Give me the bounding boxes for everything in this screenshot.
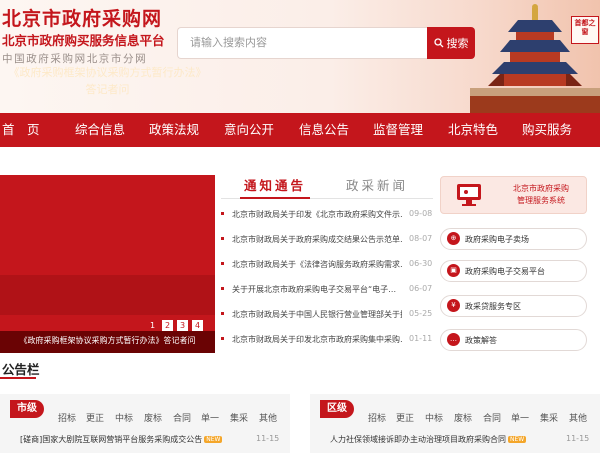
monitor-icon: ▣ [447,264,460,277]
news-title: 北京市财政局关于印发北京市政府采购集中采购… [232,335,402,344]
filter-contract[interactable]: 合同 [173,411,191,424]
list-item[interactable]: 北京市财政局关于印发北京市政府采购集中采购… 01-11 [221,331,433,347]
site-title[interactable]: 北京市政府采购网 [2,4,162,31]
quick-link-label: 政府采购电子卖场 [465,235,529,244]
tab-notices[interactable]: 通知通告 [244,175,306,194]
list-item[interactable]: 关于开展北京市政府采购电子交易平台“电子… 06-07 [221,281,433,297]
list-item[interactable]: 北京市财政局关于政府采购成交结果公告示范单… 08-07 [221,231,433,247]
quick-link-policy-qa[interactable] [440,329,587,351]
news-date: 06-30 [409,259,433,268]
list-item[interactable]: 北京市财政局关于《法律咨询服务政府采购需求… 06-30 [221,256,433,272]
news-title: 北京市财政局关于政府采购成交结果公告示范单… [232,235,402,244]
filter-central[interactable]: 集采 [230,411,248,424]
filter-central[interactable]: 集采 [540,411,558,424]
city-level-badge[interactable]: 市级 [10,400,44,418]
capital-window-logo[interactable]: 首都之窗 [571,16,599,44]
banner-band [0,275,215,315]
filter-award[interactable]: 中标 [425,411,443,424]
banner-subtitle: 答记者问 [85,83,130,96]
cart-icon: ⊕ [447,232,460,245]
new-badge: NEW [204,436,223,443]
nav-item-policy[interactable]: 政策法规 [149,113,199,147]
system-title-line1: 北京市政府采购 [513,184,569,193]
announcement-row[interactable]: 人力社保领域接诉即办主动治理项目政府采购合同 NEW 11-15 [330,434,600,448]
banner-caption[interactable]: 《政府采购框架协议采购方式暂行办法》答记者问 [0,335,215,346]
management-system-title[interactable]: 北京市政府采购 管理服务系统 [495,183,587,207]
coin-icon: ¥ [447,299,460,312]
tab-news[interactable]: 政采新闻 [346,175,408,194]
monitor-cart-icon [457,184,481,206]
nav-item-home[interactable]: 首 页 [2,113,40,147]
news-date: 08-07 [409,234,433,243]
nav-item-intent[interactable]: 意向公开 [224,113,274,147]
bullet-icon [221,237,224,240]
tab-active-indicator [240,197,310,199]
filter-other[interactable]: 其他 [259,411,277,424]
filter-bid[interactable]: 招标 [58,411,76,424]
filter-single[interactable]: 单一 [511,411,529,424]
news-title: 北京市财政局关于中国人民银行营业管理部关于推… [232,310,402,319]
bullet-icon [221,262,224,265]
news-title: 北京市财政局关于《法律咨询服务政府采购需求… [232,260,402,269]
announcement-date: 11-15 [256,434,280,443]
main-nav: 首 页 综合信息 政策法规 意向公开 信息公告 监督管理 北京特色 购买服务 [0,113,600,147]
filter-void[interactable]: 废标 [144,411,162,424]
announcement-date: 11-15 [566,434,590,443]
carousel-dot-1[interactable]: 1 [147,320,158,331]
news-date: 06-07 [409,284,433,293]
search-button[interactable]: 搜索 [427,27,475,59]
filter-void[interactable]: 废标 [454,411,472,424]
news-date: 05-25 [409,309,433,318]
search-icon [433,38,443,48]
new-badge: NEW [508,436,527,443]
search-input[interactable]: 请输入搜索内容 [177,27,427,59]
filter-award[interactable]: 中标 [115,411,133,424]
district-level-badge[interactable]: 区级 [320,400,354,418]
quick-link-label: 政策解答 [465,336,497,345]
nav-item-features[interactable]: 北京特色 [448,113,498,147]
announcement-section-title: 公告栏 [2,362,40,377]
bullet-icon [221,337,224,340]
nav-item-general[interactable]: 综合信息 [75,113,125,147]
carousel-dot-4[interactable]: 4 [192,320,203,331]
filter-other[interactable]: 其他 [569,411,587,424]
announcement-row[interactable]: [磋商]国家大剧院互联网营销平台服务采购成交公告 NEW 11-15 [20,434,310,448]
nav-item-supervision[interactable]: 监督管理 [373,113,423,147]
carousel-dot-3[interactable]: 3 [177,320,188,331]
filter-single[interactable]: 单一 [201,411,219,424]
list-item[interactable]: 北京市财政局关于中国人民银行营业管理部关于推… 05-25 [221,306,433,322]
search-button-label: 搜索 [446,37,469,50]
news-title: 北京市财政局关于印发《北京市政府采购文件示… [232,210,402,219]
filter-correction[interactable]: 更正 [396,411,414,424]
announcement-title: 人力社保领域接诉即办主动治理项目政府采购合同 [330,435,506,444]
bullet-icon [221,287,224,290]
filter-correction[interactable]: 更正 [86,411,104,424]
announcement-title: [磋商]国家大剧院互联网营销平台服务采购成交公告 [20,435,203,444]
news-date: 09-08 [409,209,433,218]
filter-bid[interactable]: 招标 [368,411,386,424]
news-date: 01-11 [409,334,433,343]
nav-item-notices[interactable]: 信息公告 [299,113,349,147]
chat-icon: … [447,333,460,346]
banner-title[interactable]: 《政府采购框架协议采购方式暂行办法》 [0,64,215,80]
announcement-title-underline [0,377,36,379]
carousel-dot-2[interactable]: 2 [162,320,173,331]
quick-link-label: 政府采购电子交易平台 [465,267,545,276]
filter-contract[interactable]: 合同 [483,411,501,424]
list-item[interactable]: 北京市财政局关于印发《北京市政府采购文件示… 09-08 [221,206,433,222]
site-subtitle: 北京市政府购买服务信息平台 [2,33,165,48]
bullet-icon [221,312,224,315]
nav-item-services[interactable]: 购买服务 [522,113,572,147]
quick-link-label: 政采贷服务专区 [465,302,521,311]
news-title: 关于开展北京市政府采购电子交易平台“电子… [232,285,397,294]
system-title-line2: 管理服务系统 [517,196,565,205]
bullet-icon [221,212,224,215]
